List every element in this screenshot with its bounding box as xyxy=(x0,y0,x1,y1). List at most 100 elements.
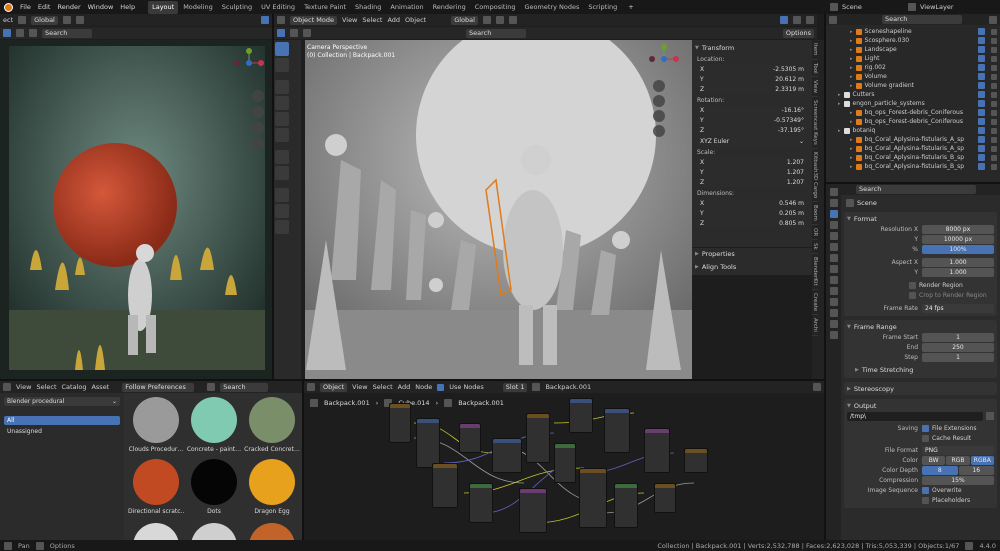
tool-tab-icon[interactable] xyxy=(829,188,838,196)
node[interactable] xyxy=(614,483,638,528)
depth-16-button[interactable]: 16 xyxy=(958,465,994,475)
expand-arrow-icon[interactable]: ▸ xyxy=(850,137,853,143)
color-bw-button[interactable]: BW xyxy=(922,455,946,465)
align-tools-subpanel[interactable]: ▶ Align Tools xyxy=(692,261,812,273)
node-menu-view[interactable]: View xyxy=(352,383,367,391)
select-tool-icon[interactable] xyxy=(275,42,289,56)
move-tool-icon[interactable] xyxy=(275,80,289,94)
catalog-all[interactable]: All xyxy=(4,416,120,425)
workspace-tab[interactable]: Modeling xyxy=(179,1,217,14)
asset-menu-asset[interactable]: Asset xyxy=(91,383,109,391)
frame-end-field[interactable]: 250 xyxy=(922,342,994,352)
particles-tab-icon[interactable] xyxy=(829,287,838,295)
node[interactable] xyxy=(459,423,481,453)
asset-menu-view[interactable]: View xyxy=(16,383,31,391)
node[interactable] xyxy=(644,428,670,473)
outliner-row[interactable]: ▸ bq_Coral_Aplysina-fistularis_A_sp xyxy=(826,135,1000,144)
camera-icon[interactable] xyxy=(252,122,264,134)
npanel-tab[interactable]: Archi xyxy=(812,315,818,336)
outliner-editor-icon[interactable] xyxy=(829,15,837,24)
outliner-row[interactable]: ▸ bq_Coral_Aplysina-fistularis_B_sp xyxy=(826,162,1000,171)
depth-8-button[interactable]: 8 xyxy=(922,465,958,475)
zoom-icon[interactable] xyxy=(252,90,264,102)
outliner-row[interactable]: ▸ Volume xyxy=(826,72,1000,81)
crop-region-row[interactable]: Crop to Render Region xyxy=(847,290,994,300)
placeholders-row[interactable]: Placeholders xyxy=(847,495,994,505)
visibility-checkbox[interactable] xyxy=(978,28,985,35)
visibility-checkbox[interactable] xyxy=(978,46,985,53)
node[interactable] xyxy=(526,413,550,463)
pan-icon[interactable] xyxy=(252,106,264,118)
aspect-y-field[interactable]: 1.000 xyxy=(922,267,994,277)
filter-icon[interactable] xyxy=(989,15,997,24)
rendered-shading-icon[interactable] xyxy=(806,16,814,24)
asset-item[interactable]: Directional scratc… xyxy=(128,459,184,515)
node[interactable] xyxy=(604,408,630,453)
scale-field[interactable]: Z 1.207 xyxy=(697,178,807,187)
menu-window[interactable]: Window xyxy=(88,3,114,11)
measure-tool-icon[interactable] xyxy=(275,166,289,180)
overwrite-checkbox[interactable] xyxy=(922,486,929,494)
eye-icon[interactable] xyxy=(991,28,997,35)
cache-result-row[interactable]: Cache Result xyxy=(847,433,994,443)
expand-arrow-icon[interactable]: ▸ xyxy=(850,164,853,170)
node-menu-add[interactable]: Add xyxy=(398,383,411,391)
transform-orientation-dropdown[interactable]: Global xyxy=(451,15,478,25)
npanel-tab[interactable]: Kitbash3D Cargo xyxy=(812,149,818,203)
rotate-tool-icon[interactable] xyxy=(275,96,289,110)
outliner-row[interactable]: ▸ Sceneshapeline xyxy=(826,27,1000,36)
workspace-tab[interactable]: Layout xyxy=(148,0,179,14)
outliner-row[interactable]: ▸ bq_Coral_Aplysina-fistularis_B_sp xyxy=(826,153,1000,162)
eye-icon[interactable] xyxy=(991,55,997,62)
outliner-row[interactable]: ▸ Cutters xyxy=(826,90,1000,99)
npanel-tab[interactable]: Item xyxy=(812,40,818,60)
visibility-checkbox[interactable] xyxy=(978,127,985,134)
knife-tool-icon[interactable] xyxy=(275,220,289,234)
menu-file[interactable]: File xyxy=(20,3,31,11)
npanel-tab[interactable]: Create xyxy=(812,290,818,316)
visibility-checkbox[interactable] xyxy=(978,145,985,152)
cursor-tool-icon[interactable] xyxy=(275,58,289,72)
main-camera-icon[interactable] xyxy=(653,110,665,122)
npanel-tab[interactable]: Screencast Keys xyxy=(812,97,818,150)
crop-region-checkbox[interactable] xyxy=(909,291,916,299)
outliner-row[interactable]: ▸ Light xyxy=(826,54,1000,63)
outliner-row[interactable]: ▸ Landscape xyxy=(826,45,1000,54)
expand-arrow-icon[interactable]: ▸ xyxy=(850,74,853,80)
view-layer-name[interactable]: ViewLayer xyxy=(920,3,954,11)
resolution-pct-field[interactable]: 100% xyxy=(922,244,994,254)
asset-menu-select[interactable]: Select xyxy=(36,383,56,391)
asset-menu-catalog[interactable]: Catalog xyxy=(62,383,87,391)
pin-icon[interactable] xyxy=(813,383,821,391)
visibility-checkbox[interactable] xyxy=(978,37,985,44)
view-layer-tab-icon[interactable] xyxy=(829,221,838,229)
add-workspace-button[interactable]: + xyxy=(628,3,633,11)
rotation-mode-dropdown[interactable]: XYZ Euler ⌄ xyxy=(697,137,807,146)
outliner-row[interactable]: ▸ rig.002 xyxy=(826,63,1000,72)
blender-logo-icon[interactable] xyxy=(4,2,13,12)
npanel-tab[interactable]: BlenderKit xyxy=(812,254,818,290)
node[interactable] xyxy=(416,418,440,468)
visibility-checkbox[interactable] xyxy=(978,73,985,80)
tool-mode2-icon[interactable] xyxy=(16,29,24,37)
use-nodes-checkbox[interactable] xyxy=(437,383,445,391)
outliner-row[interactable]: ▸ bq_ops_Forest-debris_Coniferous xyxy=(826,117,1000,126)
eye-icon[interactable] xyxy=(991,154,997,161)
workspace-tab[interactable]: Shading xyxy=(351,1,385,14)
stereoscopy-panel[interactable]: ▶ Stereoscopy xyxy=(844,382,997,395)
transform-panel-header[interactable]: ▼ Transform xyxy=(695,42,809,53)
proportional-icon[interactable] xyxy=(75,16,84,24)
slot-dropdown[interactable]: Slot 1 xyxy=(502,382,528,392)
npanel-tab[interactable]: Tool xyxy=(812,60,818,78)
node-canvas[interactable]: Backpack.001 › Cube.014 › Backpack.001 xyxy=(304,393,824,540)
outliner-row[interactable]: ▸ engon_particle_systems xyxy=(826,99,1000,108)
menu-render[interactable]: Render xyxy=(57,3,80,11)
material-tab-icon[interactable] xyxy=(829,331,838,339)
select-menu[interactable]: ect xyxy=(3,16,13,24)
outliner-row[interactable]: ▸ bq_Coral_Aplysina-fistularis_A_sp xyxy=(826,144,1000,153)
frame-rate-dropdown[interactable]: 24 fps xyxy=(922,303,994,313)
node[interactable] xyxy=(579,468,607,528)
outliner-row[interactable]: ▸ bq_ops_Forest-debris_Coniferous xyxy=(826,108,1000,117)
eye-icon[interactable] xyxy=(991,64,997,71)
main-3d-viewport[interactable]: Camera Perspective (0) Collection | Back… xyxy=(301,40,692,381)
